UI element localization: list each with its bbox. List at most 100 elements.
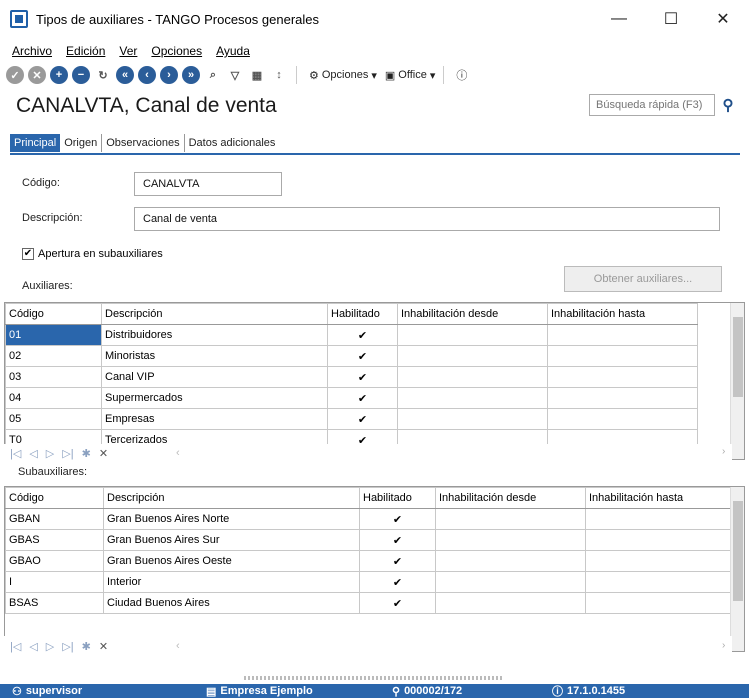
col-inhab-hasta[interactable]: Inhabilitación hasta: [547, 303, 698, 325]
auxiliares-grid: Código Descripción Habilitado Inhabilita…: [4, 302, 745, 460]
scroll-left-icon[interactable]: ‹: [176, 447, 180, 459]
user-icon: ⚇: [12, 685, 22, 698]
habilitado-checkbox[interactable]: ✔: [327, 366, 398, 388]
col-inhab-hasta[interactable]: Inhabilitación hasta: [585, 487, 736, 509]
obtener-auxiliares-button[interactable]: Obtener auxiliares...: [564, 266, 722, 292]
help-icon[interactable]: ⓘ: [456, 67, 467, 83]
office-dropdown[interactable]: ▣ Office ▾: [385, 69, 435, 82]
scroll-left-icon[interactable]: ‹: [176, 640, 180, 652]
scroll-right-icon[interactable]: ›: [722, 446, 725, 457]
table-row[interactable]: 02 Minoristas ✔: [5, 345, 698, 367]
subauxiliares-vscrollbar[interactable]: [730, 487, 744, 651]
search-icon[interactable]: ⚲: [719, 96, 737, 114]
habilitado-checkbox[interactable]: ✔: [359, 592, 436, 614]
filter-icon[interactable]: ▽: [226, 66, 244, 84]
grid-icon[interactable]: ▦: [248, 66, 266, 84]
last-icon[interactable]: ▷|: [62, 640, 73, 653]
next-record-icon[interactable]: ›: [160, 66, 178, 84]
delete-row-icon[interactable]: ✕: [99, 447, 108, 460]
col-descripcion[interactable]: Descripción: [101, 303, 328, 325]
apertura-checkbox[interactable]: ✔ Apertura en subauxiliares: [22, 248, 163, 260]
refresh-icon[interactable]: ↻: [94, 66, 112, 84]
habilitado-checkbox[interactable]: ✔: [327, 324, 398, 346]
table-row[interactable]: 04 Supermercados ✔: [5, 387, 698, 409]
menu-ayuda[interactable]: Ayuda: [216, 44, 250, 58]
menu-ver[interactable]: Ver: [119, 44, 137, 58]
cancel-icon[interactable]: ✕: [28, 66, 46, 84]
opciones-dropdown[interactable]: ⚙ Opciones ▾: [309, 69, 377, 82]
habilitado-checkbox[interactable]: ✔: [327, 345, 398, 367]
title-bar: Tipos de auxiliares - TANGO Procesos gen…: [0, 0, 749, 38]
col-descripcion[interactable]: Descripción: [103, 487, 360, 509]
table-row[interactable]: BSAS Ciudad Buenos Aires ✔: [5, 592, 736, 614]
subauxiliares-label: Subauxiliares:: [18, 466, 88, 478]
minimize-button[interactable]: —: [593, 0, 645, 38]
habilitado-checkbox[interactable]: ✔: [359, 571, 436, 593]
checkmark-icon: ✔: [22, 248, 34, 260]
table-row[interactable]: GBAS Gran Buenos Aires Sur ✔: [5, 529, 736, 551]
table-row[interactable]: 03 Canal VIP ✔: [5, 366, 698, 388]
binoculars-icon[interactable]: ⌕: [204, 66, 222, 84]
status-bar: ⚇ supervisor ▤ Empresa Ejemplo ⚲ 000002/172…: [0, 684, 749, 698]
col-habilitado[interactable]: Habilitado: [359, 487, 436, 509]
delete-icon[interactable]: −: [72, 66, 90, 84]
table-row[interactable]: GBAN Gran Buenos Aires Norte ✔: [5, 508, 736, 530]
first-icon[interactable]: |◁: [10, 447, 21, 460]
subauxiliares-navigator: |◁ ◁ ▷ ▷| ✱ ✕ ‹: [4, 636, 732, 656]
descripcion-field[interactable]: Canal de venta: [134, 207, 720, 231]
col-habilitado[interactable]: Habilitado: [327, 303, 398, 325]
tab-origen[interactable]: Origen: [60, 134, 103, 152]
tab-strip: Principal Origen Observaciones Datos adi…: [10, 133, 279, 153]
subauxiliares-grid: Código Descripción Habilitado Inhabilita…: [4, 486, 745, 652]
habilitado-checkbox[interactable]: ✔: [359, 550, 436, 572]
table-row[interactable]: GBAO Gran Buenos Aires Oeste ✔: [5, 550, 736, 572]
sort-icon[interactable]: ↕: [270, 66, 288, 84]
accept-icon[interactable]: ✓: [6, 66, 24, 84]
tab-principal[interactable]: Principal: [10, 134, 61, 152]
previous-record-icon[interactable]: ‹: [138, 66, 156, 84]
info-icon: ⓘ: [552, 686, 563, 698]
table-row[interactable]: I Interior ✔: [5, 571, 736, 593]
previous-icon[interactable]: ◁: [29, 640, 37, 653]
menu-opciones[interactable]: Opciones: [151, 44, 202, 58]
last-record-icon[interactable]: »: [182, 66, 200, 84]
record-header: CANALVTA, Canal de venta ⚲: [0, 90, 749, 122]
resize-grip[interactable]: [244, 676, 504, 680]
office-icon: ▣: [384, 69, 396, 82]
scroll-right-icon[interactable]: ›: [722, 640, 725, 651]
habilitado-checkbox[interactable]: ✔: [359, 529, 436, 551]
new-row-icon[interactable]: ✱: [82, 640, 91, 653]
gear-icon: ⚙: [309, 69, 319, 82]
table-row[interactable]: 01 Distribuidores ✔: [5, 324, 698, 346]
codigo-field[interactable]: CANALVTA: [134, 172, 282, 196]
tab-observaciones[interactable]: Observaciones: [102, 134, 185, 152]
app-icon: [10, 10, 28, 28]
auxiliares-vscrollbar[interactable]: [730, 303, 744, 459]
next-icon[interactable]: ▷: [46, 447, 54, 460]
first-record-icon[interactable]: «: [116, 66, 134, 84]
menu-archivo[interactable]: Archivo: [12, 44, 52, 58]
col-codigo[interactable]: Código: [5, 487, 104, 509]
auxiliares-navigator: |◁ ◁ ▷ ▷| ✱ ✕ ‹: [4, 444, 732, 462]
next-icon[interactable]: ▷: [46, 640, 54, 653]
quick-search-input[interactable]: [589, 94, 715, 116]
close-button[interactable]: ✕: [697, 0, 749, 38]
habilitado-checkbox[interactable]: ✔: [359, 508, 436, 530]
maximize-button[interactable]: ☐: [645, 0, 697, 38]
col-inhab-desde[interactable]: Inhabilitación desde: [397, 303, 548, 325]
status-company: ▤ Empresa Ejemplo: [206, 685, 313, 698]
menu-edicion[interactable]: Edición: [66, 44, 105, 58]
delete-row-icon[interactable]: ✕: [99, 640, 108, 653]
last-icon[interactable]: ▷|: [62, 447, 73, 460]
first-icon[interactable]: |◁: [10, 640, 21, 653]
habilitado-checkbox[interactable]: ✔: [327, 408, 398, 430]
table-row[interactable]: 05 Empresas ✔: [5, 408, 698, 430]
col-inhab-desde[interactable]: Inhabilitación desde: [435, 487, 586, 509]
status-user: ⚇ supervisor: [12, 685, 83, 698]
col-codigo[interactable]: Código: [5, 303, 102, 325]
habilitado-checkbox[interactable]: ✔: [327, 387, 398, 409]
add-icon[interactable]: +: [50, 66, 68, 84]
tab-datos-adicionales[interactable]: Datos adicionales: [185, 134, 280, 152]
new-row-icon[interactable]: ✱: [82, 447, 91, 460]
previous-icon[interactable]: ◁: [29, 447, 37, 460]
